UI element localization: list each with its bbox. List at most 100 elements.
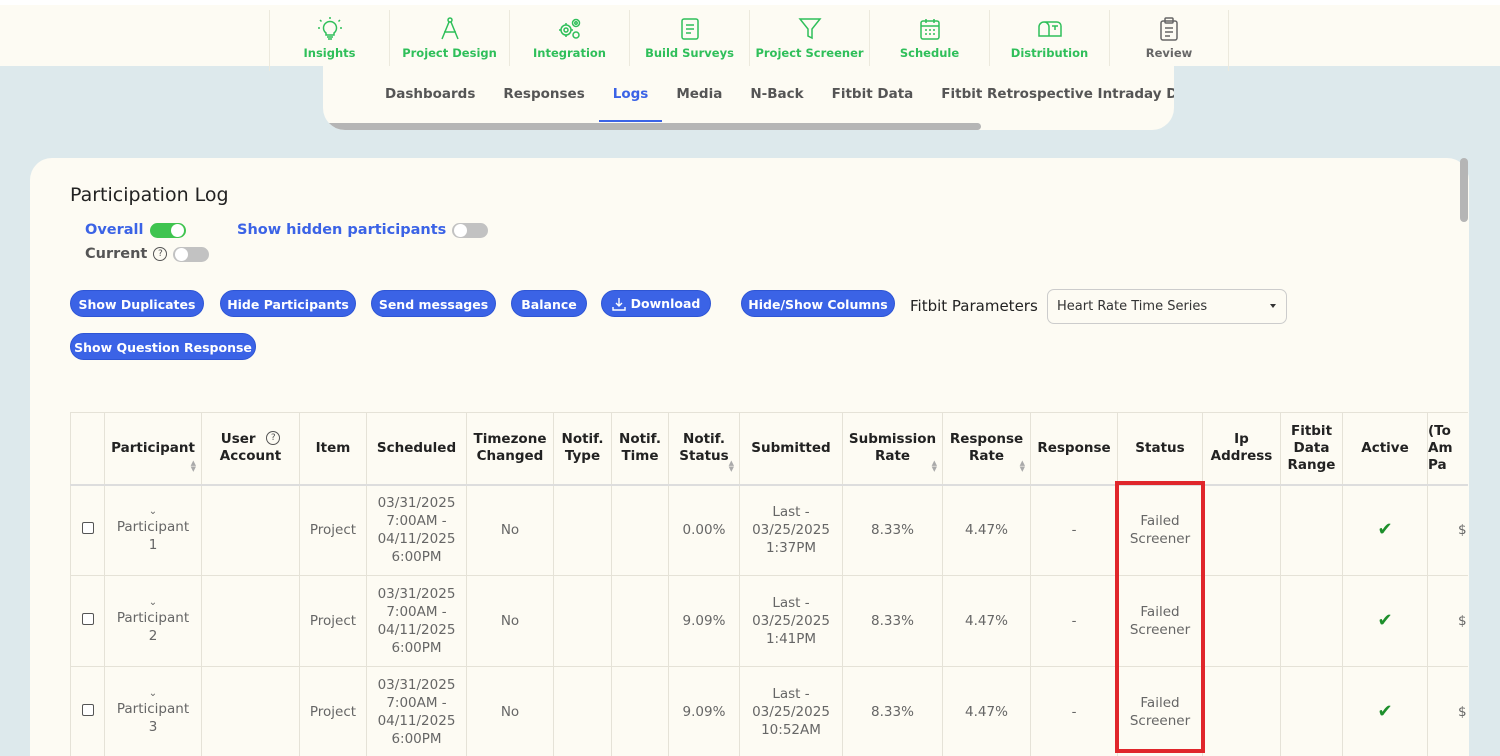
page-vertical-scrollbar[interactable] [1460, 158, 1468, 222]
tabs-horizontal-scrollbar[interactable] [323, 123, 981, 130]
row-checkbox[interactable] [81, 704, 94, 716]
page-title: Participation Log [70, 184, 229, 206]
submission-rate-cell: 8.33% [842, 575, 943, 667]
response-rate-cell: 4.47% [942, 484, 1031, 576]
amount-cell: $ [1427, 484, 1468, 576]
sort-icon[interactable]: ▲ ▼ [932, 459, 937, 472]
header-ip-address: Ip Address [1202, 412, 1281, 486]
nav-project-design[interactable]: Project Design [389, 10, 509, 71]
user-account-cell [201, 484, 300, 576]
nav-review[interactable]: Review [1109, 10, 1229, 71]
download-button[interactable]: Download [601, 290, 711, 317]
header-active: Active [1342, 412, 1428, 486]
ip-address-cell [1202, 575, 1281, 667]
calendar-icon [919, 19, 940, 40]
submitted-cell: Last -03/25/2025 1:37PM [739, 484, 843, 576]
nav-label: Build Surveys [645, 46, 734, 60]
timezone-cell: No [466, 575, 554, 667]
submitted-cell: Last -03/25/2025 1:41PM [739, 575, 843, 667]
nav-distribution[interactable]: Distribution [989, 10, 1109, 71]
current-toggle-row: Current ? [85, 246, 210, 262]
send-messages-button[interactable]: Send messages [371, 290, 496, 317]
row-checkbox[interactable] [81, 522, 94, 535]
header-participant[interactable]: Participant ▲ ▼ [104, 412, 202, 486]
show-question-response-button[interactable]: Show Question Response [70, 333, 256, 360]
nav-insights[interactable]: Insights [269, 10, 389, 71]
sort-icon[interactable]: ▲ ▼ [1020, 459, 1025, 472]
nav-schedule[interactable]: Schedule [869, 10, 989, 71]
row-checkbox[interactable] [81, 613, 94, 625]
fitbit-range-cell [1280, 575, 1343, 667]
checkmark-icon: ✔ [1377, 609, 1393, 631]
response-rate-cell: 4.47% [942, 575, 1031, 667]
chevron-down-icon[interactable]: ⌄ [105, 688, 201, 700]
header-submission-rate[interactable]: Submission Rate ▲ ▼ [842, 412, 943, 486]
nav-project-screener[interactable]: Project Screener [749, 10, 869, 71]
status-cell: Failed Screener [1117, 484, 1203, 576]
overall-label: Overall [85, 222, 144, 238]
sub-tabs: Dashboards Responses Logs Media N-Back F… [371, 66, 1174, 122]
response-cell: - [1030, 666, 1118, 756]
help-icon[interactable]: ? [266, 431, 281, 446]
status-cell: Failed Screener [1117, 666, 1203, 756]
scheduled-cell: 03/31/2025 7:00AM -04/11/2025 6:00PM [366, 575, 467, 667]
item-cell: Project [299, 484, 367, 576]
tab-responses[interactable]: Responses [489, 66, 598, 122]
fitbit-range-cell [1280, 666, 1343, 756]
ip-address-cell [1202, 666, 1281, 756]
tab-media[interactable]: Media [662, 66, 736, 122]
balance-button[interactable]: Balance [511, 290, 587, 317]
lightbulb-icon [317, 17, 342, 40]
fitbit-range-cell [1280, 484, 1343, 576]
sort-icon[interactable]: ▲ ▼ [191, 459, 196, 472]
row-select-cell [70, 666, 105, 756]
active-cell: ✔ [1342, 575, 1428, 667]
table-header-row: Participant ▲ ▼ User ? Account Item Schedul… [70, 412, 1468, 486]
participant-cell[interactable]: ⌄ Participant 1 [104, 484, 202, 576]
amount-cell: $ [1427, 575, 1468, 667]
notif-time-cell [611, 484, 669, 576]
response-cell: - [1030, 484, 1118, 576]
notif-status-cell: 9.09% [668, 575, 740, 667]
show-duplicates-button[interactable]: Show Duplicates [70, 290, 204, 317]
participation-table: Participant ▲ ▼ User ? Account Item Schedul… [70, 412, 1468, 756]
header-total-amount: (To Am Pa [1427, 412, 1468, 486]
notif-status-cell: 9.09% [668, 666, 740, 756]
form-icon [680, 18, 699, 40]
participant-cell[interactable]: ⌄ Participant 3 [104, 666, 202, 756]
show-hidden-toggle[interactable] [452, 222, 489, 238]
current-toggle[interactable] [173, 246, 210, 262]
checkmark-icon: ✔ [1377, 518, 1393, 540]
sort-icon[interactable]: ▲ ▼ [729, 459, 734, 472]
nav-integration[interactable]: Integration [509, 10, 629, 71]
tab-n-back[interactable]: N-Back [736, 66, 817, 122]
filter-icon [797, 18, 822, 40]
participant-cell[interactable]: ⌄ Participant 2 [104, 575, 202, 667]
header-notif-status[interactable]: Notif. Status ▲ ▼ [668, 412, 740, 486]
fitbit-selected-value: Heart Rate Time Series [1057, 299, 1208, 314]
gears-icon [558, 18, 580, 39]
tab-dashboards[interactable]: Dashboards [371, 66, 489, 122]
hide-participants-button[interactable]: Hide Participants [220, 290, 356, 317]
header-response-rate[interactable]: Response Rate ▲ ▼ [942, 412, 1031, 486]
top-navigation-bar: Insights Project Design Integration Buil… [0, 0, 1500, 71]
response-cell: - [1030, 575, 1118, 667]
chevron-down-icon[interactable]: ⌄ [105, 506, 201, 518]
tab-fitbit-data[interactable]: Fitbit Data [818, 66, 928, 122]
header-user-account: User ? Account [201, 412, 300, 486]
nav-build-surveys[interactable]: Build Surveys [629, 10, 749, 71]
overall-toggle[interactable] [149, 222, 186, 238]
fitbit-parameters-label: Fitbit Parameters [910, 297, 1038, 315]
tab-logs[interactable]: Logs [598, 66, 663, 122]
chevron-down-icon[interactable]: ⌄ [105, 597, 201, 609]
main-nav: Insights Project Design Integration Buil… [269, 10, 1229, 71]
header-item: Item [299, 412, 367, 486]
tab-fitbit-retrospective[interactable]: Fitbit Retrospective Intraday Data [927, 66, 1174, 122]
header-response: Response [1030, 412, 1118, 486]
download-label: Download [630, 296, 701, 311]
fitbit-parameters-select[interactable]: Heart Rate Time Series [1047, 289, 1287, 324]
status-cell: Failed Screener [1117, 575, 1203, 667]
hide-show-columns-button[interactable]: Hide/Show Columns [741, 290, 895, 317]
help-icon[interactable]: ? [153, 247, 168, 261]
notif-type-cell [553, 575, 612, 667]
